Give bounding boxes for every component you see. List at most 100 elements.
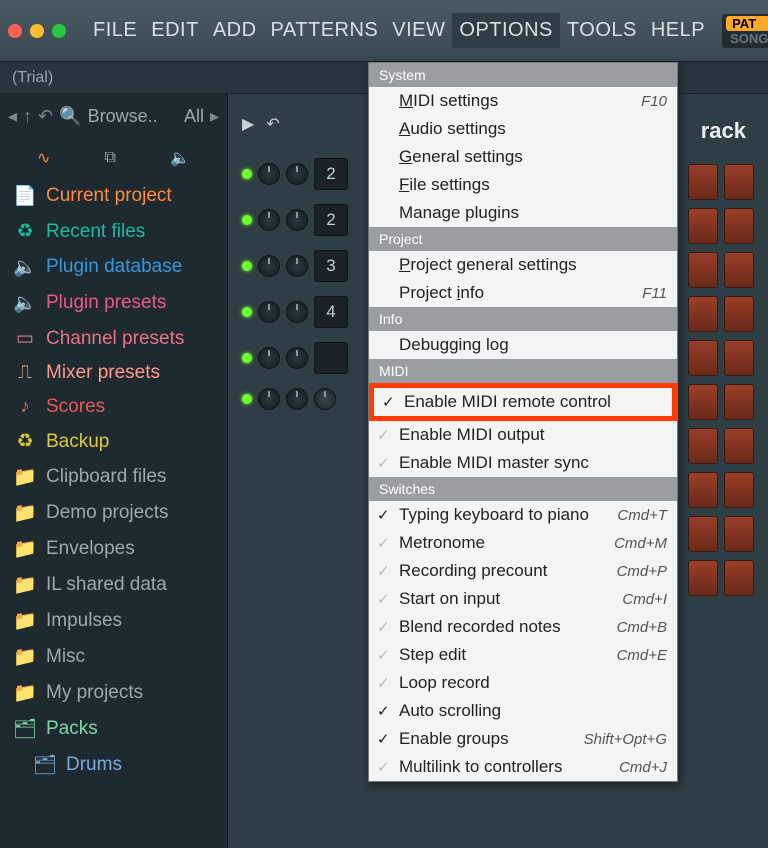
channel-led[interactable] <box>242 261 252 271</box>
browser-filter[interactable]: All <box>184 106 204 127</box>
browser-item[interactable]: 📁Demo projects <box>0 495 227 531</box>
step-pad[interactable] <box>688 428 718 464</box>
channel-led[interactable] <box>242 307 252 317</box>
menu-item[interactable]: MIDI settingsF10 <box>369 87 677 115</box>
step-pad[interactable] <box>724 472 754 508</box>
menu-patterns[interactable]: PATTERNS <box>264 13 386 48</box>
menu-tools[interactable]: TOOLS <box>560 13 644 48</box>
menu-item[interactable]: ✓Enable MIDI remote control <box>369 383 677 421</box>
channel-number[interactable]: 2 <box>314 158 348 190</box>
browser-item[interactable]: ♪Scores <box>0 390 227 424</box>
menu-item[interactable]: ✓Enable MIDI output <box>369 421 677 449</box>
tab-wave-icon[interactable]: ∿ <box>37 148 50 168</box>
browser-undo-icon[interactable]: ↶ <box>38 106 53 127</box>
browser-subitem[interactable]: 🗂Drums <box>0 747 227 783</box>
browser-item[interactable]: 🔈Plugin database <box>0 249 227 285</box>
close-window-button[interactable] <box>8 24 22 38</box>
step-pad[interactable] <box>724 208 754 244</box>
menu-item[interactable]: File settings <box>369 171 677 199</box>
channel-number[interactable]: 3 <box>314 250 348 282</box>
browser-item[interactable]: ♻Backup <box>0 424 227 459</box>
menu-item[interactable]: ✓Multilink to controllersCmd+J <box>369 753 677 781</box>
menu-item[interactable]: ✓MetronomeCmd+M <box>369 529 677 557</box>
vol-knob[interactable] <box>286 301 308 323</box>
menu-item[interactable]: Project infoF11 <box>369 279 677 307</box>
channel-led[interactable] <box>242 394 252 404</box>
step-pad[interactable] <box>724 560 754 596</box>
step-pad[interactable] <box>688 252 718 288</box>
channel-led[interactable] <box>242 169 252 179</box>
step-pad[interactable] <box>688 516 718 552</box>
menu-item[interactable]: ✓Recording precountCmd+P <box>369 557 677 585</box>
seq-undo-icon[interactable]: ↶ <box>266 114 279 134</box>
step-pad[interactable] <box>688 208 718 244</box>
pan-knob[interactable] <box>258 388 280 410</box>
zoom-window-button[interactable] <box>52 24 66 38</box>
menu-edit[interactable]: EDIT <box>144 13 206 48</box>
step-pad[interactable] <box>688 296 718 332</box>
menu-item[interactable]: ✓Loop record <box>369 669 677 697</box>
vol-knob[interactable] <box>286 255 308 277</box>
browser-item[interactable]: 📁Envelopes <box>0 531 227 567</box>
menu-item[interactable]: Project general settings <box>369 251 677 279</box>
menu-view[interactable]: VIEW <box>385 13 452 48</box>
vol-knob[interactable] <box>286 388 308 410</box>
browser-item[interactable]: ♻Recent files <box>0 214 227 249</box>
channel-number[interactable]: 2 <box>314 204 348 236</box>
step-pad[interactable] <box>724 340 754 376</box>
channel-led[interactable] <box>242 215 252 225</box>
pan-knob[interactable] <box>258 163 280 185</box>
tab-copy-icon[interactable]: ⧉ <box>105 149 116 167</box>
menu-options[interactable]: OPTIONS <box>452 13 560 48</box>
menu-item[interactable]: General settings <box>369 143 677 171</box>
play-mode-toggle[interactable]: PAT SONG <box>722 14 768 48</box>
browser-item[interactable]: 📁Clipboard files <box>0 459 227 495</box>
minimize-window-button[interactable] <box>30 24 44 38</box>
browser-item[interactable]: 🗂Packs <box>0 711 227 747</box>
menu-item[interactable]: ✓Typing keyboard to pianoCmd+T <box>369 501 677 529</box>
menu-file[interactable]: FILE <box>86 13 144 48</box>
browser-back-icon[interactable]: ◂ <box>8 106 17 127</box>
step-pad[interactable] <box>688 384 718 420</box>
step-pad[interactable] <box>688 164 718 200</box>
menu-item[interactable]: ✓Blend recorded notesCmd+B <box>369 613 677 641</box>
pan-knob[interactable] <box>258 301 280 323</box>
browser-item[interactable]: ⎍Mixer presets <box>0 356 227 390</box>
pan-knob[interactable] <box>258 209 280 231</box>
browser-item[interactable]: 📁Misc <box>0 639 227 675</box>
menu-item[interactable]: ✓Enable groupsShift+Opt+G <box>369 725 677 753</box>
vol-knob[interactable] <box>286 209 308 231</box>
menu-item[interactable]: ✓Auto scrolling <box>369 697 677 725</box>
browser-item[interactable]: 📁My projects <box>0 675 227 711</box>
search-icon[interactable]: 🔍 <box>59 106 81 127</box>
step-pad[interactable] <box>724 164 754 200</box>
extra-knob[interactable] <box>314 388 336 410</box>
browser-fwd-icon[interactable]: ▸ <box>210 106 219 127</box>
browser-item[interactable]: ▭Channel presets <box>0 321 227 356</box>
pan-knob[interactable] <box>258 347 280 369</box>
vol-knob[interactable] <box>286 347 308 369</box>
step-pad[interactable] <box>724 296 754 332</box>
menu-item[interactable]: Audio settings <box>369 115 677 143</box>
channel-number[interactable] <box>314 342 348 374</box>
step-pad[interactable] <box>724 384 754 420</box>
step-pad[interactable] <box>688 560 718 596</box>
menu-item[interactable]: ✓Start on inputCmd+I <box>369 585 677 613</box>
browser-item[interactable]: 📁IL shared data <box>0 567 227 603</box>
step-pad[interactable] <box>688 472 718 508</box>
browser-item[interactable]: 📁Impulses <box>0 603 227 639</box>
step-pad[interactable] <box>724 428 754 464</box>
menu-item[interactable]: ✓Step editCmd+E <box>369 641 677 669</box>
tab-speaker-icon[interactable]: 🔈 <box>170 148 190 168</box>
step-pad[interactable] <box>724 252 754 288</box>
menu-item[interactable]: Debugging log <box>369 331 677 359</box>
channel-led[interactable] <box>242 353 252 363</box>
browser-item[interactable]: 📄Current project <box>0 178 227 214</box>
step-pad[interactable] <box>688 340 718 376</box>
channel-number[interactable]: 4 <box>314 296 348 328</box>
vol-knob[interactable] <box>286 163 308 185</box>
pan-knob[interactable] <box>258 255 280 277</box>
seq-play-icon[interactable]: ▶ <box>242 114 254 134</box>
menu-item[interactable]: Manage plugins <box>369 199 677 227</box>
menu-help[interactable]: HELP <box>644 13 712 48</box>
